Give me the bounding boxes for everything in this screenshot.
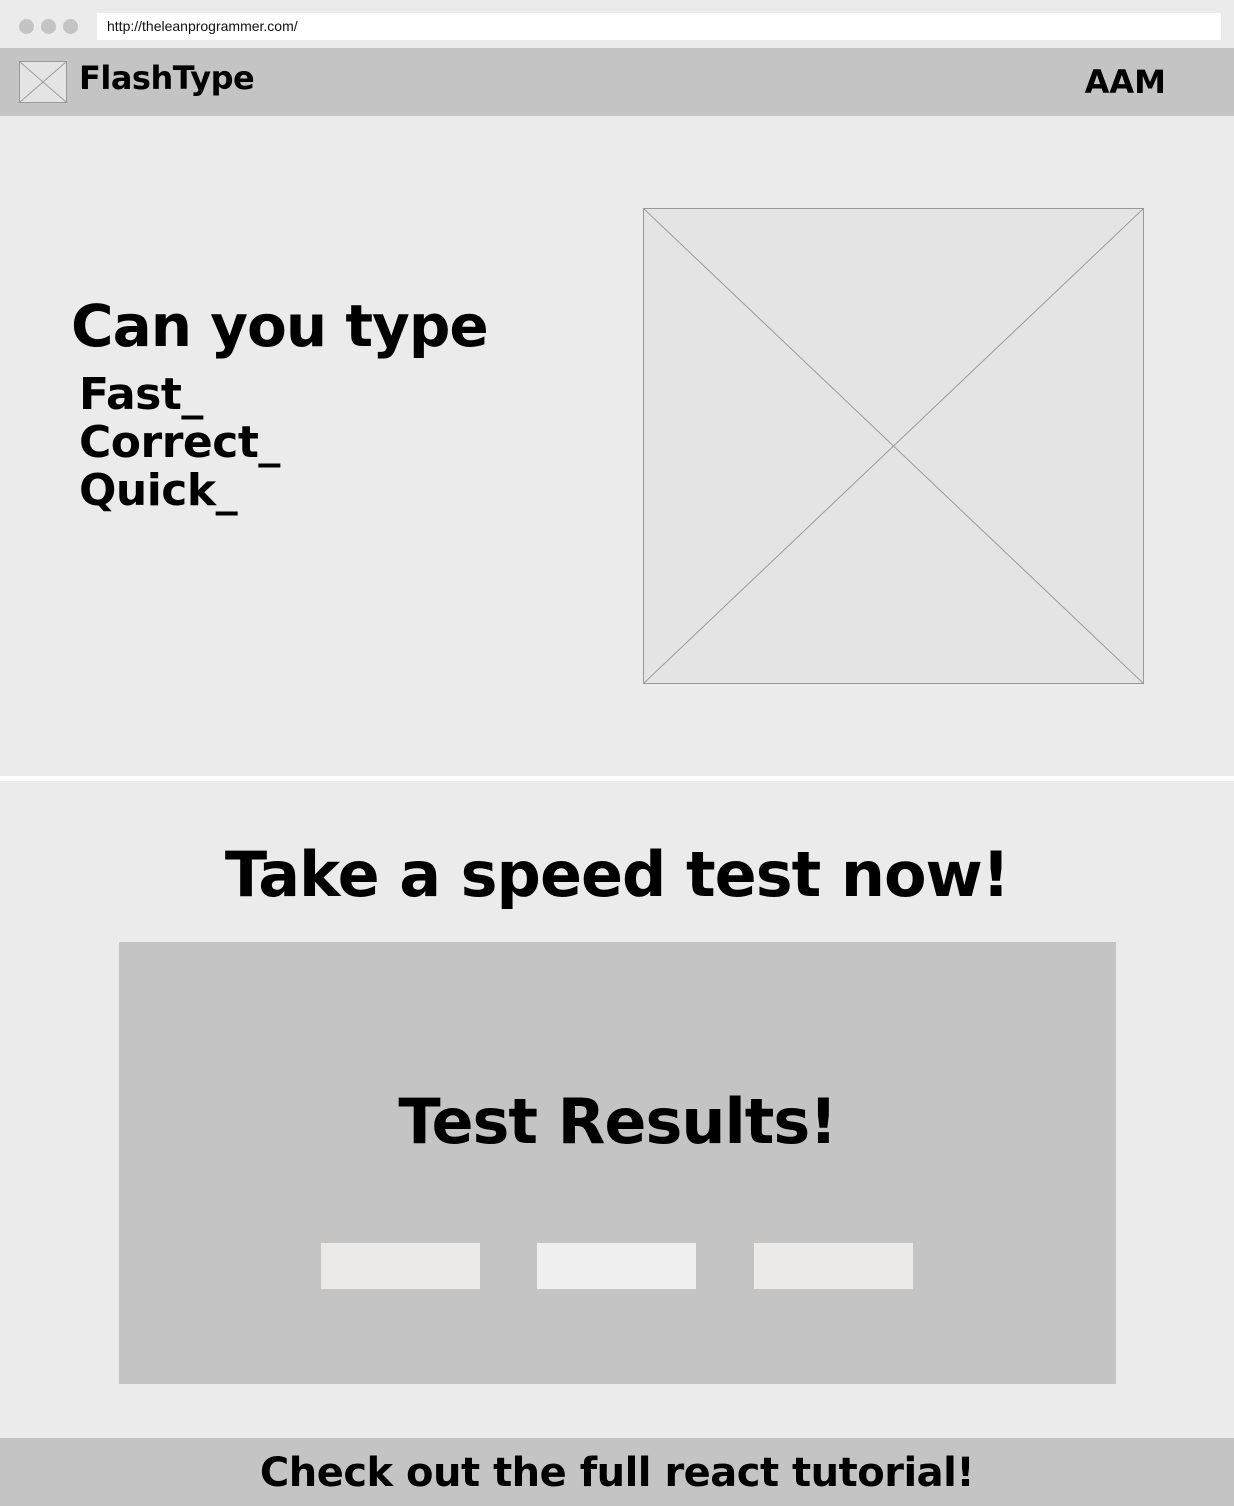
speed-test-section: Take a speed test now! Test Results! <box>0 781 1234 1438</box>
browser-toolbar: http://theleanprogrammer.com/ <box>0 0 1234 48</box>
result-card <box>321 1243 480 1289</box>
hero-word: Fast_ <box>79 369 203 420</box>
speed-test-heading: Take a speed test now! <box>224 838 1010 911</box>
hero-word-list: Fast_ Correct_ Quick_ <box>79 371 280 515</box>
result-card <box>754 1243 913 1289</box>
hero-word: Correct_ <box>79 417 280 468</box>
image-placeholder-icon <box>19 61 67 103</box>
site-footer: Check out the full react tutorial! <box>0 1438 1234 1506</box>
hero-title: Can you type <box>71 292 489 360</box>
window-close-dot[interactable] <box>19 19 34 34</box>
hero-section: Can you type Fast_ Correct_ Quick_ <box>0 116 1234 776</box>
user-initials[interactable]: AAM <box>1085 60 1166 104</box>
window-maximize-dot[interactable] <box>63 19 78 34</box>
brand-name[interactable]: FlashType <box>79 56 255 100</box>
address-bar[interactable]: http://theleanprogrammer.com/ <box>97 13 1221 40</box>
react-tutorial-link[interactable]: Check out the full react tutorial! <box>0 1450 1234 1496</box>
image-placeholder-icon <box>643 208 1144 684</box>
test-results-title: Test Results! <box>398 1085 837 1158</box>
window-minimize-dot[interactable] <box>41 19 56 34</box>
site-header: FlashType AAM <box>0 48 1234 116</box>
test-results-panel: Test Results! <box>119 942 1116 1384</box>
hero-word: Quick_ <box>79 465 238 516</box>
result-card <box>537 1243 696 1289</box>
